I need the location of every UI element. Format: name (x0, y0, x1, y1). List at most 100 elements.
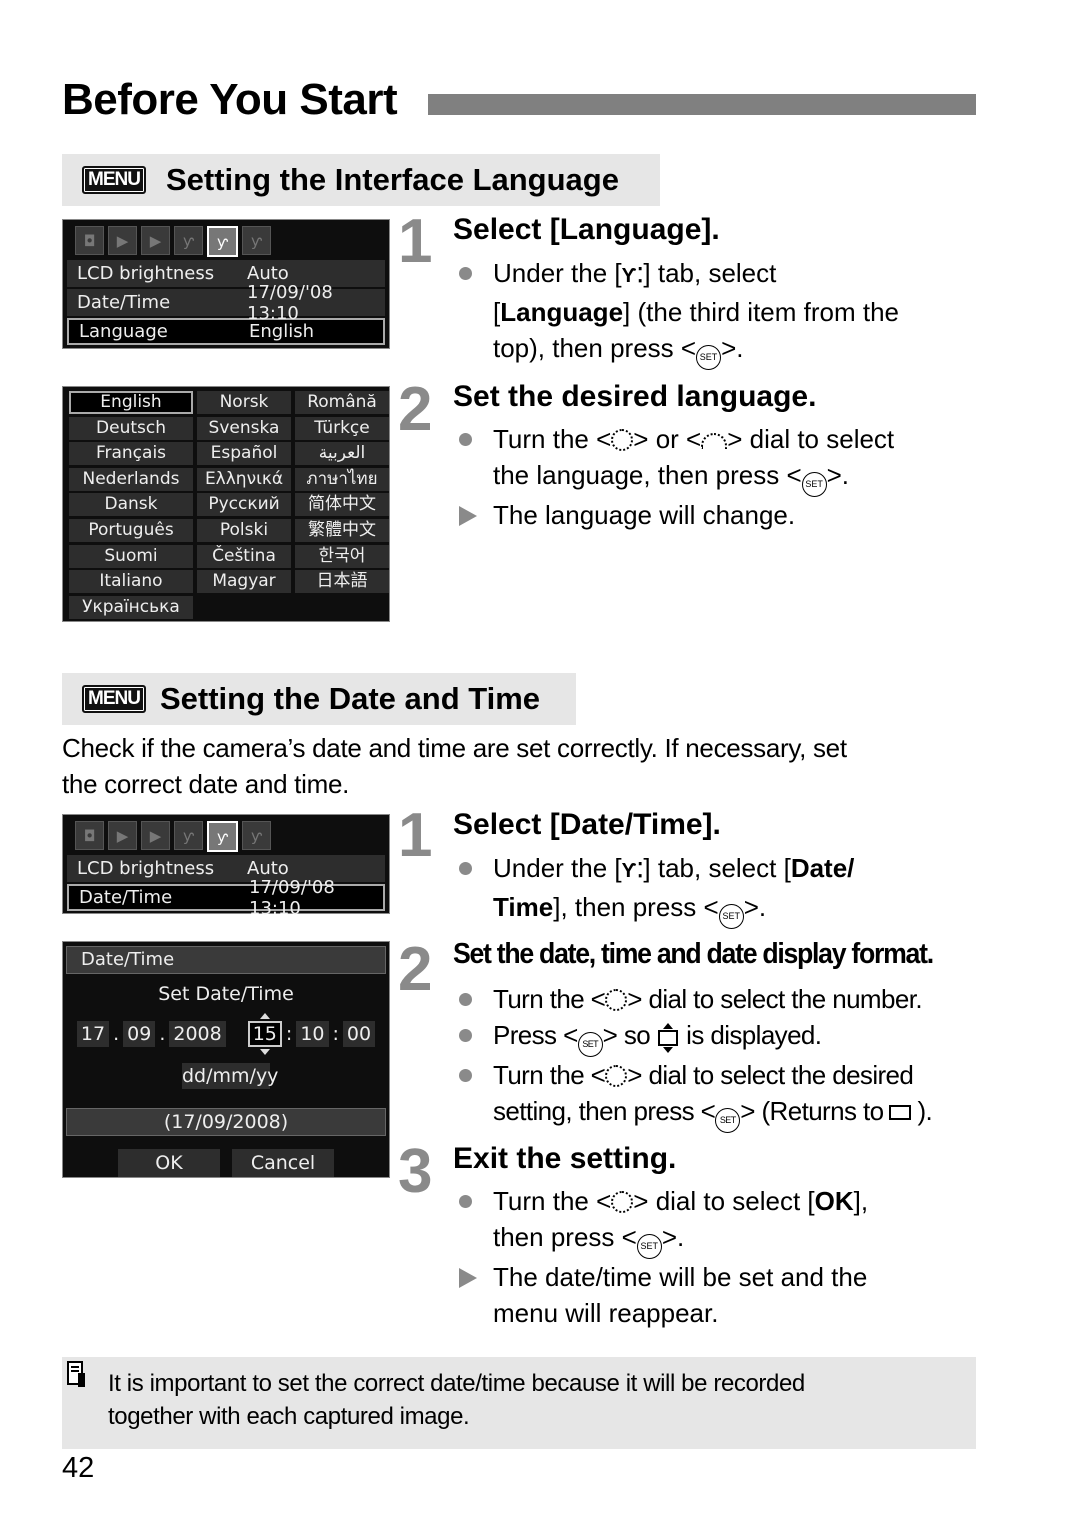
menu-row-selected: Date/Time 17/09/'08 13:10 (67, 877, 385, 919)
step-title: Set the desired language. (453, 380, 817, 413)
section-header-date-time: MENU Setting the Date and Time (62, 673, 576, 725)
step-body: Turn the < > dial to select the number. P… (453, 981, 1013, 1133)
step-number: 1 (398, 207, 433, 276)
menu-tabs: ◘ ▶ ▶ ƴ ƴ ƴ (63, 220, 389, 260)
screen-subtitle: Set Date/Time (158, 983, 294, 1005)
language-option: Українська (69, 595, 193, 619)
playback-tab-icon: ▶ (108, 821, 137, 850)
note-text: It is important to set the correct date/… (108, 1370, 805, 1430)
language-option: 繁體中文 (295, 518, 389, 542)
title-rule (428, 94, 976, 115)
ok-button: OK (118, 1149, 220, 1177)
hour-field-active: 15 (247, 1013, 282, 1055)
language-option: Čeština (197, 544, 291, 568)
menu-row-label: Language (79, 321, 168, 342)
day-field: 17 (76, 1021, 110, 1047)
menu-row-selected: Language English (67, 318, 385, 345)
section-title: Setting the Interface Language (165, 162, 619, 197)
page-title: Before You Start (62, 75, 398, 124)
wrench-tab-icon: Ƴ⁚ (621, 860, 644, 882)
language-option: 简体中文 (295, 493, 389, 517)
bullet-item: Under the [Ƴ⁚] tab, select (453, 255, 983, 294)
page-number: 42 (62, 1452, 95, 1484)
date-time-fields: 17. 09. 2008 15: 10: 00 (63, 1013, 389, 1055)
language-option: Dansk (69, 493, 193, 517)
camera-tab-icon: ◘ (75, 226, 104, 255)
language-option: Français (69, 442, 193, 466)
language-option-selected: English (69, 391, 193, 414)
language-option: العربية (295, 442, 389, 466)
minute-field: 10 (296, 1021, 329, 1047)
menu-row-value: English (249, 321, 314, 342)
date-preview: (17/09/2008) (66, 1108, 386, 1136)
wrench-tab-icon-active: ƴ (207, 821, 238, 852)
up-down-selector-icon (658, 1023, 679, 1053)
step-body: Under the [Ƴ⁚] tab, select [Language] (t… (453, 255, 983, 370)
menu-icon: MENU (82, 685, 146, 713)
step-number: 2 (398, 375, 433, 444)
bullet-item: Under the [Ƴ⁚] tab, select [Date/ (453, 850, 993, 889)
language-option: Ελληνικά (197, 467, 291, 491)
intro-paragraph: Check if the camera’s date and time are … (62, 733, 847, 799)
date-time-setting-screen: Date/Time Set Date/Time 17. 09. 2008 15:… (62, 941, 390, 1178)
set-button-icon: SET (715, 1108, 741, 1133)
quick-control-dial-icon (611, 1191, 634, 1213)
wrench-tab-icon: ƴ (242, 226, 271, 255)
wrench-tab-icon: ƴ (174, 821, 203, 850)
quick-control-dial-icon (605, 989, 628, 1011)
menu-row-label: Date/Time (79, 887, 173, 908)
language-option: ภาษาไทย (295, 467, 389, 491)
playback-tab-icon: ▶ (141, 821, 170, 850)
bullet-item: Turn the < > dial to select [OK], (453, 1183, 993, 1219)
step-body: Turn the < > dial to select [OK], then pr… (453, 1183, 993, 1331)
section-header-language: MENU Setting the Interface Language (62, 154, 660, 206)
set-button-icon: SET (696, 345, 722, 370)
step-title: Set the date, time and date display form… (453, 938, 934, 970)
menu-row-label: Date/Time (77, 292, 171, 313)
step-number: 3 (398, 1137, 433, 1206)
menu-row-label: LCD brightness (77, 263, 215, 284)
menu-row-value: 17/09/'08 13:10 (247, 281, 333, 324)
cancel-button: Cancel (232, 1149, 334, 1177)
step-title: Select [Language]. (453, 213, 720, 246)
step-title: Select [Date/Time]. (453, 808, 721, 841)
set-button-icon: SET (718, 904, 744, 929)
language-option: Deutsch (69, 416, 193, 440)
section-title: Setting the Date and Time (159, 681, 541, 716)
language-option: Türkçe (295, 416, 389, 440)
camera-menu-screen: ◘ ▶ ▶ ƴ ƴ ƴ LCD brightness Auto Date/Tim… (62, 814, 390, 919)
bullet-item: Turn the < > dial to select the number. (453, 981, 1013, 1017)
wrench-tab-icon: Ƴ⁚ (621, 265, 644, 287)
second-field: 00 (342, 1021, 376, 1047)
language-option: Português (69, 518, 193, 542)
language-option: Suomi (69, 544, 193, 568)
language-option: Italiano (69, 570, 193, 594)
language-option: Svenska (197, 416, 291, 440)
language-option: Magyar (197, 570, 291, 594)
menu-icon: MENU (82, 166, 146, 194)
language-option: Русский (197, 493, 291, 517)
language-option: Română (295, 391, 389, 414)
wrench-tab-icon-active: ƴ (207, 226, 238, 257)
step-body: Under the [Ƴ⁚] tab, select [Date/ Time],… (453, 850, 993, 929)
camera-tab-icon: ◘ (75, 821, 104, 850)
playback-tab-icon: ▶ (141, 226, 170, 255)
step-number: 1 (398, 801, 433, 870)
step-body: Turn the < > or < > dial to select the lan… (453, 421, 993, 533)
date-format-field: dd/mm/yy (182, 1063, 279, 1089)
set-button-icon: SET (636, 1234, 662, 1259)
menu-row-value: 17/09/'08 13:10 (249, 876, 335, 919)
camera-menu-screen: ◘ ▶ ▶ ƴ ƴ ƴ LCD brightness Auto Date/Tim… (62, 219, 390, 349)
language-option: Norsk (197, 391, 291, 414)
set-button-icon: SET (801, 472, 827, 497)
step-title: Exit the setting. (453, 1142, 677, 1175)
bullet-item: Press < SET > so is displayed. (453, 1017, 1013, 1057)
month-field: 09 (123, 1021, 156, 1047)
playback-tab-icon: ▶ (108, 226, 137, 255)
result-item: The date/time will be set and the (453, 1259, 993, 1295)
language-option: Español (197, 442, 291, 466)
result-item: The language will change. (453, 497, 993, 533)
language-option: 한국어 (295, 544, 389, 568)
menu-row-label: LCD brightness (77, 858, 215, 879)
language-option: 日本語 (295, 570, 389, 594)
